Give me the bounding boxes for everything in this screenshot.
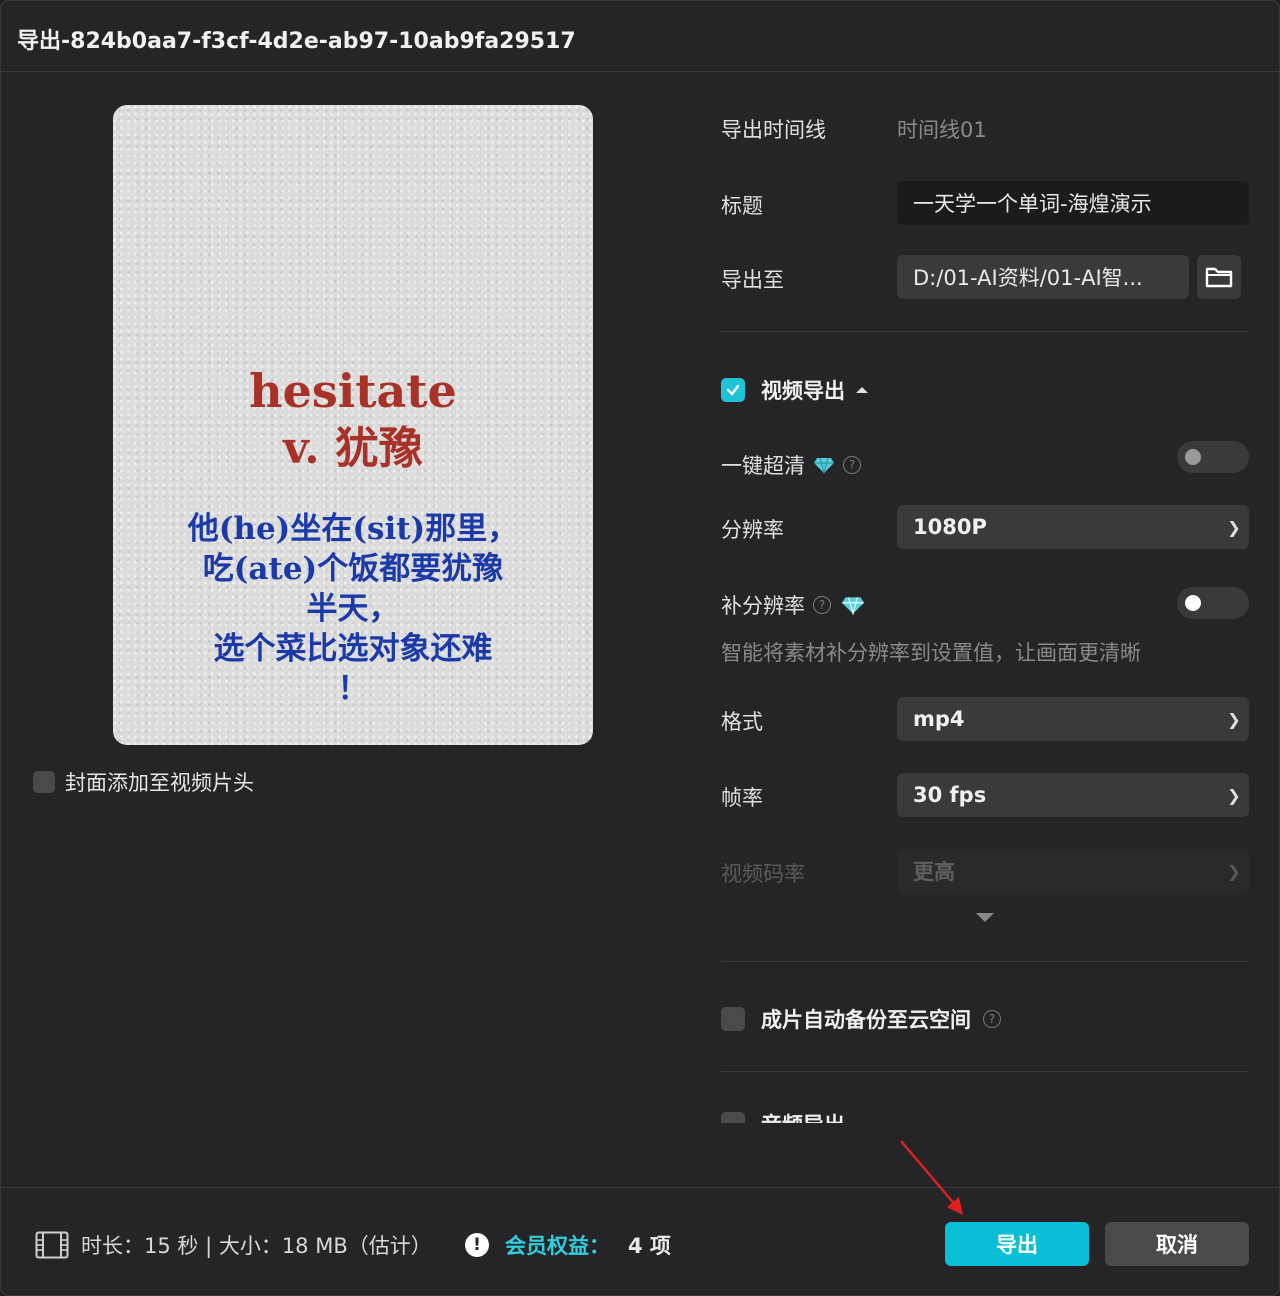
timeline-value: 时间线01 [897,118,987,142]
export-dialog: 导出-824b0aa7-f3cf-4d2e-ab97-10ab9fa29517 … [0,0,1280,1296]
export-info: 时长：15 秒 | 大小：18 MB（估计） [35,1230,432,1260]
caret-up-icon[interactable] [855,385,869,395]
film-icon [35,1231,69,1259]
help-icon[interactable]: ? [813,596,831,614]
fps-value: 30 fps [913,783,987,807]
upscale-toggle[interactable] [1177,587,1249,619]
toggle-knob [1185,595,1201,611]
preview-sentence-line: 吃(ate)个饭都要犹豫 [202,551,504,587]
alert-icon: ! [465,1233,489,1257]
video-export-label: 视频导出 [761,379,845,403]
expand-more-icon[interactable] [975,911,995,923]
bitrate-label: 视频码率 [721,862,805,886]
preview-part-of-speech: v. 犹豫 [283,423,423,474]
divider [721,1071,1249,1072]
format-select[interactable]: mp4 ❯ [897,697,1249,741]
format-value: mp4 [913,707,965,731]
cover-preview[interactable]: hesitate v. 犹豫 他(he)坐在(sit)那里， 吃(ate)个饭都… [113,105,593,745]
chevron-down-icon: ❯ [1227,785,1241,805]
toggle-knob [1185,449,1201,465]
preview-sentence-line: 选个菜比选对象还难 [213,631,493,667]
member-benefits-label: 会员权益： [505,1234,610,1258]
title-label: 标题 [721,194,763,218]
diamond-icon [814,457,834,474]
preview-sentence-line: 半天， [306,591,400,627]
cancel-button[interactable]: 取消 [1105,1222,1249,1266]
chevron-down-icon: ❯ [1227,861,1241,881]
upscale-row: 补分辨率 ? [721,590,865,620]
format-label: 格式 [721,710,763,734]
bitrate-value: 更高 [913,860,955,884]
cover-to-intro-option[interactable]: 封面添加至视频片头 [33,767,254,797]
audio-export-label: 音频导出 [761,1109,845,1123]
cover-to-intro-checkbox[interactable] [33,771,55,793]
export-path-field[interactable]: D:/01-AI资料/01-AI智... [897,255,1189,299]
super-hd-toggle[interactable] [1177,441,1249,473]
member-benefits[interactable]: ! 会员权益： 4 项 [465,1230,671,1260]
diamond-icon [842,597,864,615]
chevron-down-icon: ❯ [1227,517,1241,537]
duration-size-text: 时长：15 秒 | 大小：18 MB（估计） [81,1234,432,1258]
export-button[interactable]: 导出 [945,1222,1089,1266]
preview-sentence-line: ！ [337,671,369,707]
super-hd-label: 一键超清 [721,454,805,478]
cloud-backup-option[interactable]: 成片自动备份至云空间 ? [721,1004,1001,1034]
footer-bar: 时长：15 秒 | 大小：18 MB（估计） ! 会员权益： 4 项 导出 取消 [1,1187,1279,1295]
browse-folder-button[interactable] [1197,255,1241,299]
divider [721,331,1249,332]
help-icon[interactable]: ? [843,456,861,474]
resolution-value: 1080P [913,515,987,539]
title-input[interactable]: 一天学一个单词-海煌演示 [897,181,1249,225]
check-icon [726,384,740,396]
divider [721,961,1249,962]
red-arrow-annotation [900,1140,963,1215]
folder-icon [1205,267,1233,288]
timeline-label: 导出时间线 [721,118,826,142]
preview-sentence: 他(he)坐在(sit)那里， 吃(ate)个饭都要犹豫 半天， 选个菜比选对象… [153,509,553,709]
fps-label: 帧率 [721,786,763,810]
resolution-label: 分辨率 [721,518,784,542]
preview-word: hesitate [249,364,457,418]
video-export-section-header[interactable]: 视频导出 [721,375,869,405]
bitrate-select[interactable]: 更高 ❯ [897,849,1249,893]
super-hd-row: 一键超清 ? [721,450,861,480]
cloud-backup-label: 成片自动备份至云空间 [761,1008,971,1032]
cover-to-intro-label: 封面添加至视频片头 [65,771,254,795]
audio-export-checkbox[interactable] [721,1112,745,1123]
resolution-select[interactable]: 1080P ❯ [897,505,1249,549]
upscale-label: 补分辨率 [721,594,805,618]
fps-select[interactable]: 30 fps ❯ [897,773,1249,817]
audio-export-section-header[interactable]: 音频导出 [721,1109,845,1123]
preview-sentence-line: 他(he)坐在(sit)那里， [187,511,519,547]
chevron-down-icon: ❯ [1227,709,1241,729]
title-bar: 导出-824b0aa7-f3cf-4d2e-ab97-10ab9fa29517 [1,1,1279,72]
export-to-label: 导出至 [721,268,784,292]
video-export-checkbox[interactable] [721,378,745,402]
member-benefits-count: 4 项 [628,1234,671,1258]
upscale-hint: 智能将素材补分辨率到设置值，让画面更清晰 [721,641,1141,665]
cloud-backup-checkbox[interactable] [721,1007,745,1031]
dialog-title: 导出-824b0aa7-f3cf-4d2e-ab97-10ab9fa29517 [17,29,576,54]
audio-export-section-clipped: 音频导出 [721,1109,1249,1123]
help-icon[interactable]: ? [983,1010,1001,1028]
